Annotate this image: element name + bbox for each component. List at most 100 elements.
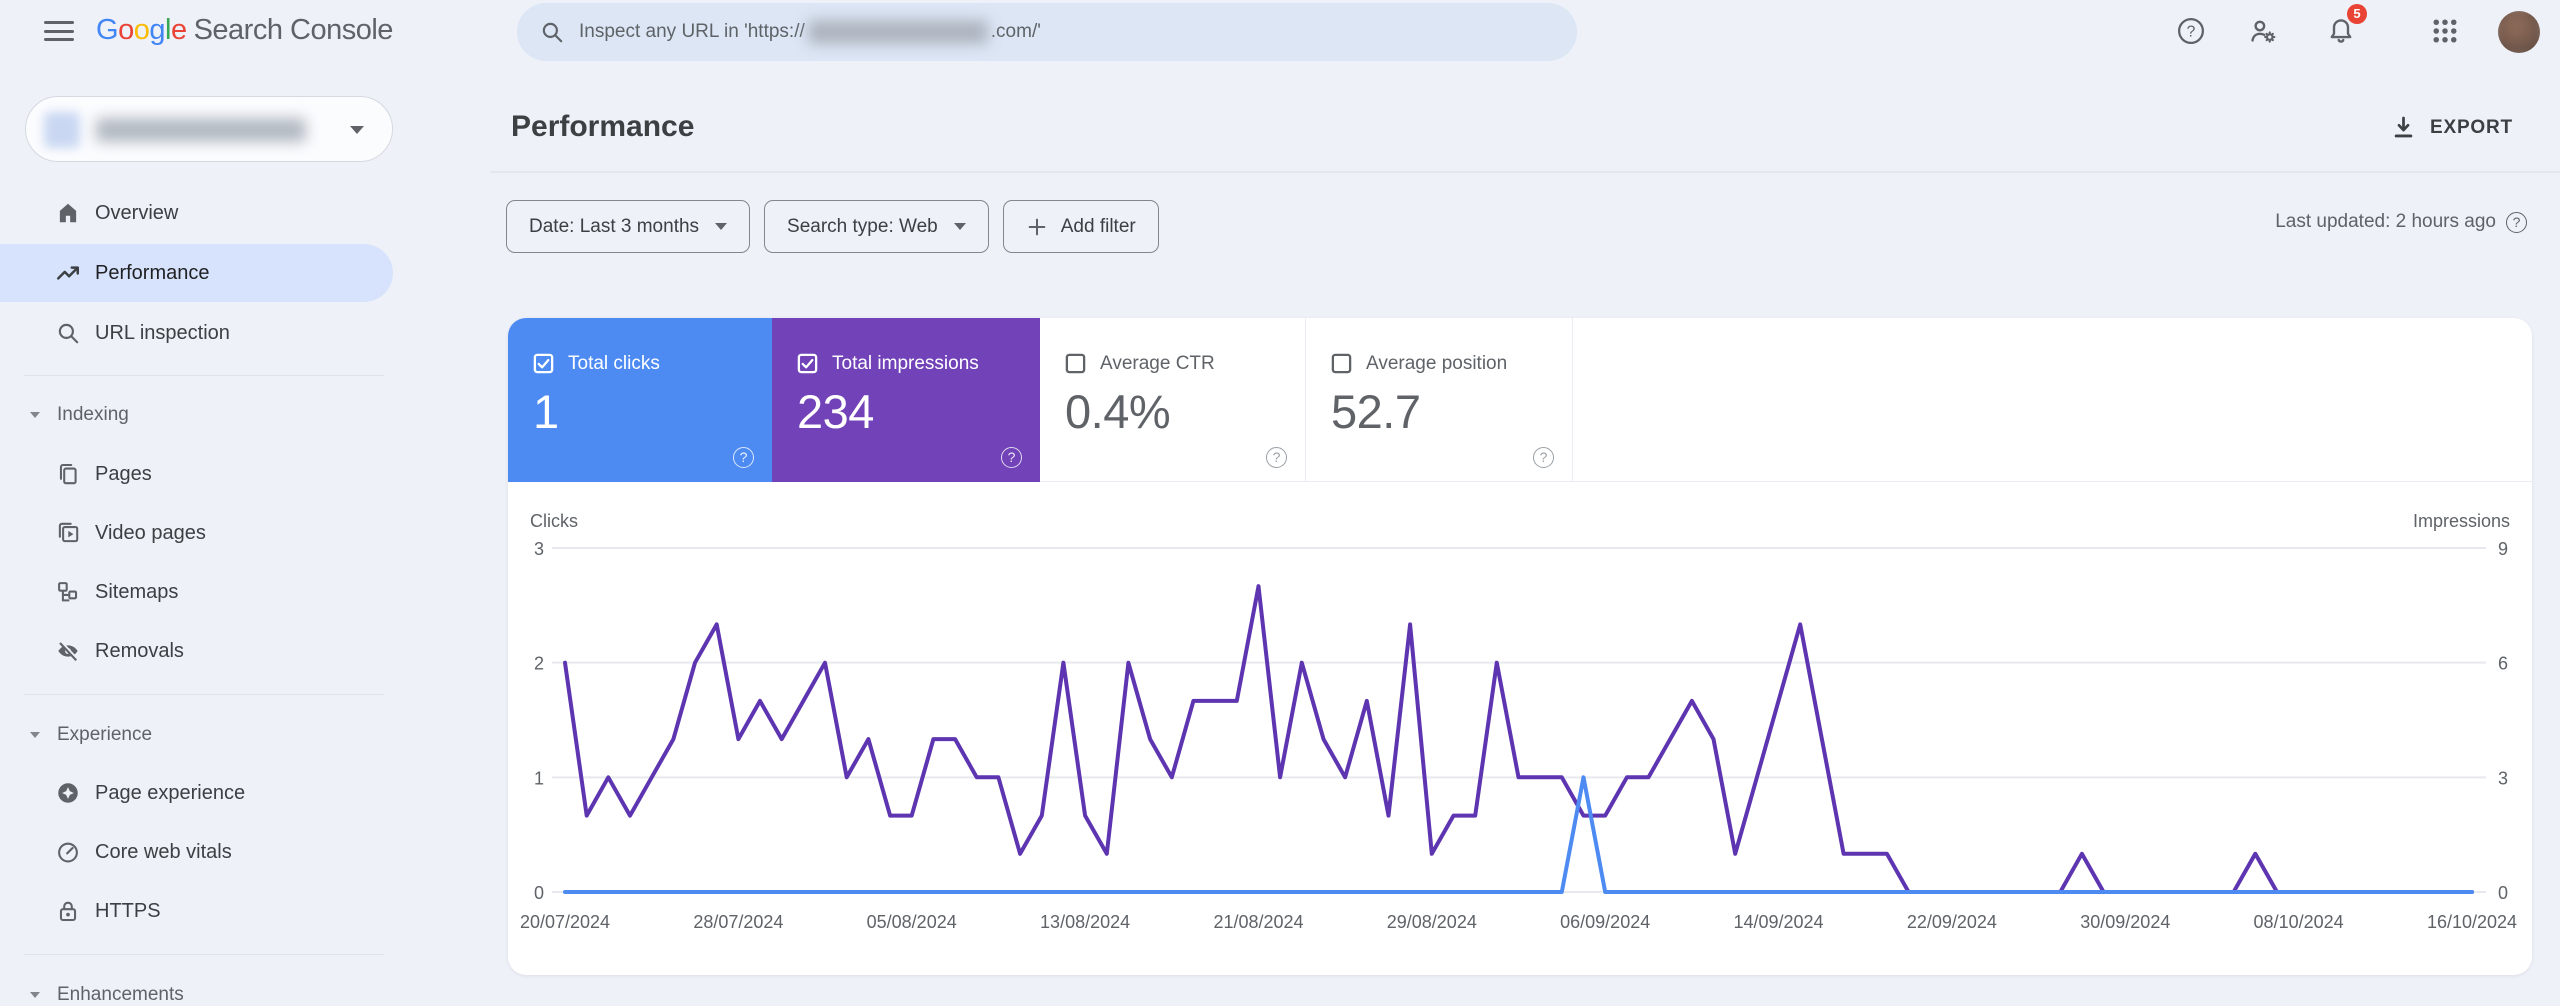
logo-letter: G [96, 14, 119, 46]
help-icon[interactable]: ? [1266, 447, 1287, 468]
topbar: Google Search Console Inspect any URL in … [0, 0, 2560, 64]
sidebar-item-url-inspection[interactable]: URL inspection [0, 304, 393, 362]
svg-text:28/07/2024: 28/07/2024 [693, 912, 783, 932]
export-button[interactable]: EXPORT [2390, 114, 2513, 141]
sidebar-item-label: Performance [95, 261, 210, 284]
sidebar-item-page-experience[interactable]: Page experience [0, 764, 393, 822]
eye-off-icon [58, 640, 79, 662]
chevron-down-icon [30, 732, 40, 738]
sidebar-item-label: Core web vitals [95, 840, 232, 863]
sidebar-item-label: Page experience [95, 781, 246, 804]
logo-letter: e [170, 14, 187, 46]
speedometer-icon [58, 842, 78, 863]
divider [490, 171, 2560, 173]
add-filter-chip[interactable]: Add filter [1002, 200, 1159, 253]
checkbox-unchecked-icon[interactable] [1330, 352, 1353, 375]
logo-letter: o [133, 14, 150, 46]
checkbox-checked-icon[interactable] [532, 352, 555, 375]
svg-text:16/10/2024: 16/10/2024 [2427, 912, 2517, 932]
chevron-down-icon [715, 223, 728, 230]
svg-text:?: ? [2187, 24, 2196, 41]
svg-text:9: 9 [2498, 539, 2508, 559]
svg-text:0: 0 [534, 883, 544, 903]
page-title: Performance [511, 110, 695, 143]
svg-text:22/09/2024: 22/09/2024 [1907, 912, 1997, 932]
user-avatar[interactable] [2498, 11, 2540, 53]
svg-text:0: 0 [2498, 883, 2508, 903]
sidebar-item-performance[interactable]: Performance [0, 244, 393, 302]
search-type-label: Search type: Web [787, 215, 938, 237]
sidebar-item-overview[interactable]: Overview [0, 184, 393, 242]
search-type-filter-chip[interactable]: Search type: Web [764, 200, 989, 253]
sidebar-item-core-web-vitals[interactable]: Core web vitals [0, 823, 393, 881]
sidebar-item-video-pages[interactable]: Video pages [0, 504, 393, 562]
svg-text:Impressions: Impressions [2413, 511, 2510, 531]
checkbox-checked-icon[interactable] [796, 352, 819, 375]
pages-icon [59, 463, 77, 485]
svg-text:Clicks: Clicks [530, 511, 578, 531]
sidebar-item-label: Video pages [95, 521, 206, 544]
date-filter-chip[interactable]: Date: Last 3 months [506, 200, 751, 253]
chevron-down-icon [953, 223, 966, 230]
help-icon[interactable]: ? [2176, 16, 2206, 46]
home-icon [59, 203, 77, 223]
metric-value: 234 [797, 385, 874, 438]
section-title: Indexing [57, 404, 129, 425]
date-filter-label: Date: Last 3 months [529, 215, 700, 237]
lock-icon [59, 901, 77, 922]
svg-text:08/10/2024: 08/10/2024 [2254, 912, 2344, 932]
metric-label: Average CTR [1100, 352, 1215, 374]
svg-text:20/07/2024: 20/07/2024 [520, 912, 610, 932]
property-name-redacted [96, 118, 306, 142]
svg-text:3: 3 [2498, 768, 2508, 788]
svg-text:6: 6 [2498, 654, 2508, 674]
sitemaps-tree-icon [58, 582, 78, 602]
gsc-performance-page: { "topbar": { "logo_letters": ["G","o","… [0, 0, 2560, 1006]
redacted-domain [807, 20, 988, 44]
divider [24, 694, 384, 695]
metric-label: Total clicks [568, 352, 660, 374]
trending-up-icon [57, 266, 79, 280]
sidebar-item-pages[interactable]: Pages [0, 445, 393, 503]
property-selector[interactable] [25, 96, 393, 162]
chevron-down-icon [30, 992, 40, 998]
add-filter-label: Add filter [1060, 215, 1136, 237]
svg-text:21/08/2024: 21/08/2024 [1213, 912, 1303, 932]
help-icon[interactable]: ? [2506, 211, 2527, 233]
menu-icon[interactable] [44, 21, 74, 43]
sidebar-item-removals[interactable]: Removals [0, 622, 393, 680]
sidebar: Overview Performance URL inspection Inde… [0, 64, 480, 1006]
total-clicks-card[interactable]: Total clicks 1 ? [508, 318, 772, 482]
divider [24, 954, 384, 955]
help-icon[interactable]: ? [1533, 447, 1554, 468]
sidebar-item-label: Overview [95, 201, 179, 224]
help-icon[interactable]: ? [733, 447, 754, 468]
sidebar-item-sitemaps[interactable]: Sitemaps [0, 563, 393, 621]
search-icon [58, 323, 79, 344]
sidebar-section-experience[interactable]: Experience [30, 724, 152, 746]
svg-text:1: 1 [534, 768, 544, 788]
metric-value: 1 [533, 385, 559, 438]
sidebar-item-label: Pages [95, 462, 152, 485]
url-inspection-search[interactable]: Inspect any URL in 'https://.com/' [517, 3, 1577, 61]
sidebar-section-enhancements[interactable]: Enhancements [30, 984, 184, 1006]
sidebar-item-https[interactable]: HTTPS [0, 882, 393, 940]
divider [24, 375, 384, 376]
chevron-down-icon [350, 126, 364, 134]
metric-label: Average position [1366, 352, 1508, 374]
app-logo: Google Search Console [96, 14, 393, 47]
plus-icon [1028, 218, 1046, 235]
last-updated-text: Last updated: 2 hours ago [2275, 211, 2496, 232]
last-updated: Last updated: 2 hours ago ? [2275, 211, 2527, 233]
average-ctr-card[interactable]: Average CTR 0.4% ? [1040, 318, 1306, 482]
apps-grid-icon[interactable] [2430, 16, 2460, 46]
sidebar-section-indexing[interactable]: Indexing [30, 404, 129, 426]
help-icon[interactable]: ? [1001, 447, 1022, 468]
total-impressions-card[interactable]: Total impressions 234 ? [772, 318, 1040, 482]
average-position-card[interactable]: Average position 52.7 ? [1306, 318, 1573, 482]
export-label: EXPORT [2430, 116, 2513, 138]
property-favicon [44, 112, 80, 148]
checkbox-unchecked-icon[interactable] [1064, 352, 1087, 375]
filter-bar: Date: Last 3 months Search type: Web Add… [506, 200, 1159, 253]
user-settings-icon[interactable] [2248, 16, 2278, 46]
